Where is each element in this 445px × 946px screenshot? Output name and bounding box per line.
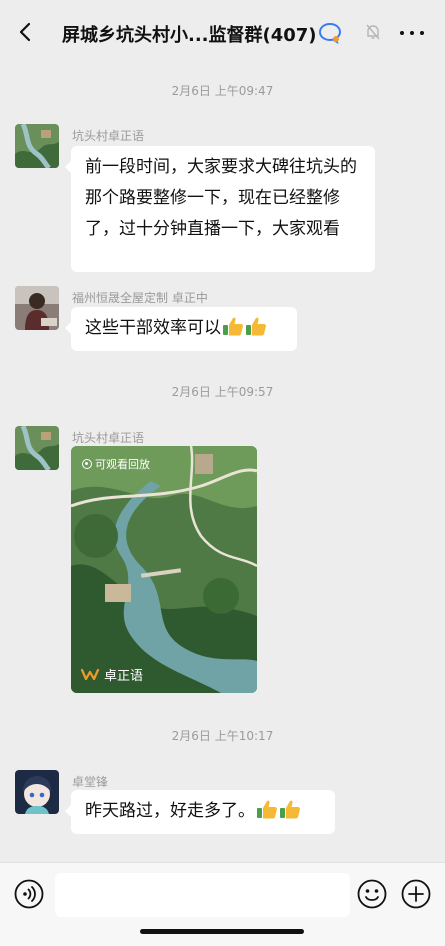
thumbs-up-icon [257,800,277,819]
home-indicator [140,929,304,934]
avatar[interactable] [15,770,59,814]
replay-label: 可观看回放 [95,458,150,471]
message-time: 2月6日 上午09:47 [171,84,274,98]
avatar[interactable] [15,286,59,330]
message-time: 2月6日 上午09:57 [171,385,274,399]
avatar[interactable] [15,426,59,470]
sender-name: 坑头村卓正语 [72,129,145,143]
message-text: 这些干部效率可以 [85,318,221,338]
voice-input-icon[interactable] [14,879,44,909]
plus-icon[interactable] [401,879,431,909]
message-time: 2月6日 上午10:17 [171,729,274,743]
sender-name: 福州恒晟全屋定制 卓正中 [72,291,208,305]
message-bubble[interactable]: 昨天路过，好走多了。 [65,790,335,834]
channel-name: 卓正语 [104,669,144,684]
channels-video-card[interactable]: 可观看回放 卓正语 [71,446,257,693]
channel-source: 卓正语 [81,665,143,684]
sender-name: 坑头村卓正语 [72,431,145,445]
chat-title[interactable]: 屏城乡坑头村小...监督群(407) [62,21,317,47]
thumbs-up-icon [223,317,243,336]
chat-header: 屏城乡坑头村小...监督群(407) [0,0,445,64]
replay-icon [82,459,92,469]
sender-name: 卓堂锋 [72,775,109,789]
message-bubble[interactable]: 前一段时间，大家要求大碑往坑头的那个路要整修一下，现在已经整修了，过十分钟直播一… [65,146,375,272]
message-input[interactable] [55,873,350,917]
replay-badge: 可观看回放 [82,456,150,472]
more-options-button[interactable] [398,20,426,44]
message-text: 昨天路过，好走多了。 [85,801,255,821]
message-bubble[interactable]: 这些干部效率可以 [65,307,297,351]
video-thumbnail [71,446,257,693]
channels-chat-icon[interactable] [318,22,342,44]
channels-logo-icon [81,668,99,680]
chevron-left-icon[interactable] [14,20,38,44]
avatar[interactable] [15,124,59,168]
mute-bell-icon [366,24,380,40]
thumbs-up-icon [280,800,300,819]
thumbs-up-icon [246,317,266,336]
emoji-icon[interactable] [357,879,387,909]
